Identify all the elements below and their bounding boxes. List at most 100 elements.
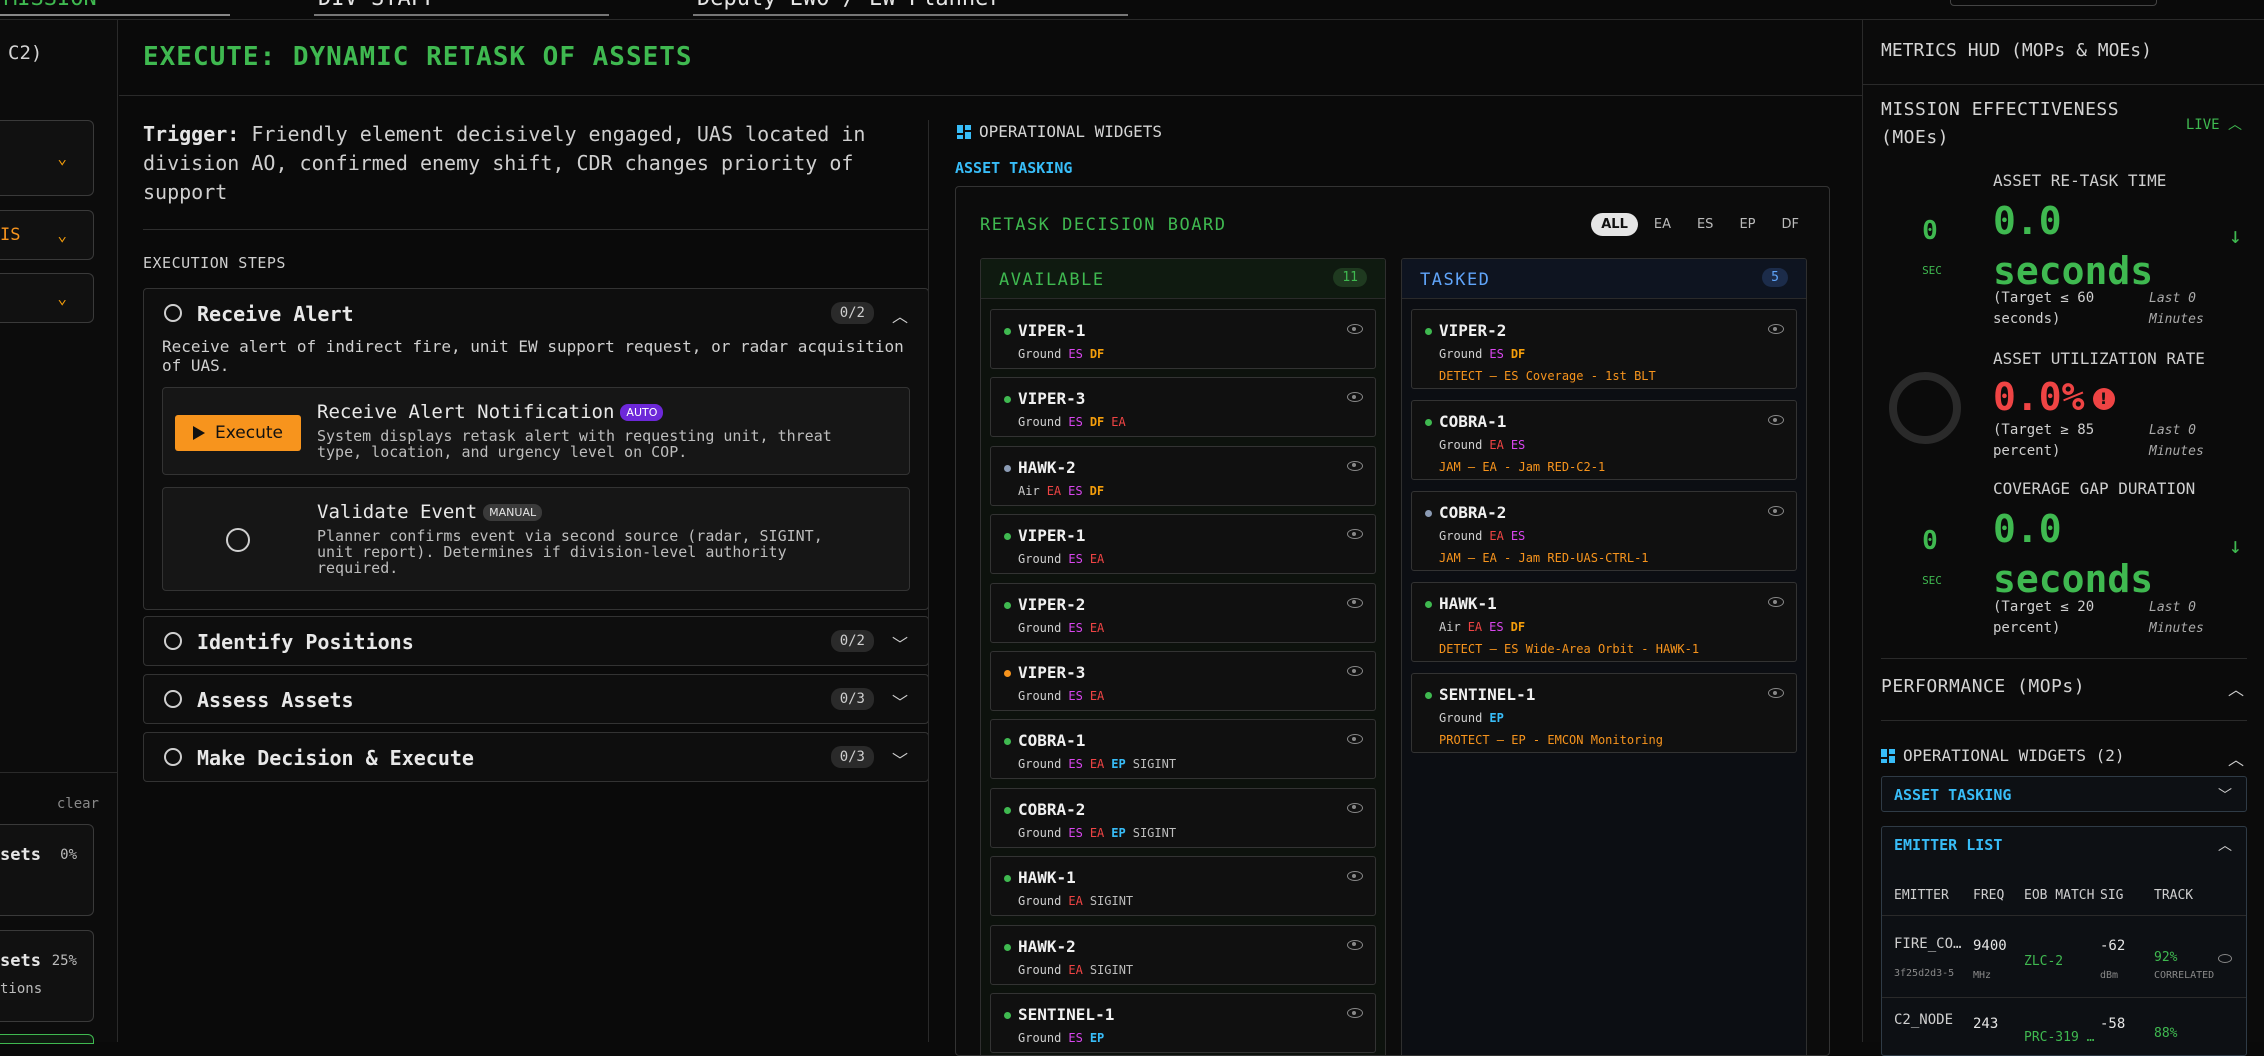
tasked-asset-card[interactable]: COBRA-2 Ground EA ES JAM — EA - Jam RED-UAS-…	[1411, 491, 1797, 571]
step-assess-assets[interactable]: Assess Assets 0/3 ﹀	[143, 674, 929, 724]
available-title: AVAILABLE	[999, 270, 1105, 290]
filter-ep[interactable]: EP	[1729, 213, 1765, 236]
eye-icon[interactable]	[1347, 460, 1363, 471]
trigger-description: Friendly element decisively engaged, UAS…	[143, 122, 866, 204]
table-row[interactable]: C2_NODE 243 PRC-319 … -58 88%	[1882, 997, 2246, 1055]
tasked-asset-card[interactable]: VIPER-2 Ground ES DF DETECT — ES Coverage - …	[1411, 309, 1797, 389]
freq-col-header: FREQ	[1973, 888, 2005, 903]
eye-icon[interactable]	[1347, 939, 1363, 950]
chevron-up-icon: ︿	[891, 307, 908, 326]
eye-icon[interactable]	[1768, 597, 1784, 607]
available-asset-card[interactable]: SENTINEL-1 Ground ES EP	[990, 993, 1376, 1053]
sidebar-card-3[interactable]	[0, 1034, 94, 1044]
hud-divider	[1881, 720, 2247, 721]
capability-tag: DF	[1089, 347, 1105, 361]
operational-widgets-title: OPERATIONAL WIDGETS	[979, 122, 1163, 141]
metric-2-value: 0.0%!	[1993, 372, 2115, 422]
task-checkbox-circle-icon[interactable]	[226, 528, 250, 552]
clear-link[interactable]: clear	[57, 796, 99, 812]
capability-tag: DF	[1089, 483, 1105, 498]
step-make-decision[interactable]: Make Decision & Execute 0/3 ﹀	[143, 732, 929, 782]
capability-tag: ES	[1068, 620, 1083, 635]
status-dot-icon	[1004, 533, 1011, 541]
eye-icon[interactable]	[1347, 871, 1363, 882]
available-asset-card[interactable]: COBRA-2 Ground ES EA EP SIGINT	[990, 787, 1376, 848]
eye-icon[interactable]	[1347, 324, 1363, 334]
top-search-input[interactable]	[1950, 0, 2157, 6]
capability-tag: ES	[1489, 620, 1504, 634]
execute-button[interactable]: Execute	[175, 415, 301, 451]
asset-tasking-label: ASSET TASKING	[955, 159, 1073, 177]
asset-name: COBRA-2	[1018, 799, 1086, 819]
asset-domain: Air	[1439, 620, 1461, 634]
asset-tasking-accordion[interactable]: ASSET TASKING ﹀	[1881, 776, 2247, 812]
available-asset-card[interactable]: VIPER-1 Ground ES EA	[990, 514, 1376, 575]
table-row[interactable]: FIRE_CO… 3f25d2d3-5 9400 MHz ZLC-2 -62 d…	[1882, 915, 2246, 997]
mission-field[interactable]: MISSION	[0, 0, 230, 16]
available-asset-card[interactable]: VIPER-3 Ground ES EA	[990, 651, 1376, 711]
filter-es[interactable]: ES	[1687, 213, 1723, 236]
step-identify-positions[interactable]: Identify Positions 0/2 ﹀	[143, 616, 929, 666]
sidebar-select-1[interactable]: ⌄	[0, 120, 94, 196]
available-asset-card[interactable]: HAWK-2 Air EA ES DF	[990, 445, 1376, 506]
available-asset-card[interactable]: HAWK-1 Ground EA SIGINT	[990, 856, 1376, 917]
sidebar-select-3[interactable]: ⌄	[0, 273, 94, 323]
eye-icon[interactable]	[1347, 1008, 1363, 1018]
emitter-name: C2_NODE	[1894, 1012, 1954, 1028]
staff-field[interactable]: DIV STAFF	[314, 0, 609, 16]
performance-title[interactable]: PERFORMANCE (MOPs)	[1881, 676, 2085, 697]
live-toggle[interactable]: LIVE ︿	[2186, 114, 2242, 134]
step-receive-alert: Receive Alert 0/2 ︿ Receive alert of ind…	[143, 288, 929, 610]
eob-col-header: EOB MATCH	[2024, 888, 2095, 903]
asset-domain: Ground	[1018, 962, 1062, 977]
sidebar-card-2-pct: 25%	[51, 953, 77, 969]
status-dot-icon	[1004, 1012, 1011, 1019]
status-dot-icon	[1004, 601, 1011, 609]
eye-icon[interactable]	[1768, 506, 1784, 516]
available-asset-card[interactable]: HAWK-2 Ground EA SIGINT	[990, 924, 1376, 985]
eye-icon[interactable]	[1347, 734, 1363, 745]
eye-icon[interactable]	[2218, 954, 2232, 963]
alert-icon: !	[2092, 388, 2115, 410]
tasked-asset-card[interactable]: SENTINEL-1 Ground EP PROTECT — EP - EMCON M…	[1411, 673, 1797, 753]
status-dot-icon	[1004, 806, 1011, 814]
step-header[interactable]: Receive Alert 0/2 ︿	[144, 289, 928, 337]
capability-tag: DF	[1510, 347, 1526, 361]
chevron-up-icon[interactable]: ︿	[2228, 676, 2244, 700]
step-count-badge: 0/2	[830, 630, 874, 652]
eye-icon[interactable]	[1347, 802, 1363, 813]
filter-df[interactable]: DF	[1772, 213, 1810, 236]
filter-all[interactable]: ALL	[1591, 213, 1638, 236]
filter-ea[interactable]: EA	[1644, 213, 1681, 236]
eye-icon[interactable]	[1347, 529, 1363, 540]
available-asset-card[interactable]: COBRA-1 Ground ES EA EP SIGINT	[990, 719, 1376, 780]
eye-icon[interactable]	[1347, 666, 1363, 676]
role-field[interactable]: Deputy EWO / EW Planner	[693, 0, 1128, 16]
step-count-badge: 0/3	[830, 746, 874, 768]
available-asset-card[interactable]: VIPER-2 Ground ES EA	[990, 582, 1376, 643]
chevron-up-icon[interactable]: ︿	[2228, 746, 2244, 770]
asset-tags: Ground EA ES	[1439, 529, 1525, 543]
sidebar-card-1[interactable]: sets 0%	[0, 824, 94, 916]
accordion-title[interactable]: EMITTER LIST	[1894, 836, 2002, 854]
eye-icon[interactable]	[1768, 415, 1784, 425]
asset-mission: JAM — EA - Jam RED-UAS-CTRL-1	[1439, 551, 1649, 565]
metric-2-window: Last 0 Minutes	[2149, 423, 2204, 459]
tasked-asset-card[interactable]: HAWK-1 Air EA ES DF DETECT — ES Wide-Area Orb…	[1411, 582, 1797, 662]
available-asset-card[interactable]: VIPER-3 Ground ES DF EA	[990, 377, 1376, 438]
hud-widgets-label[interactable]: OPERATIONAL WIDGETS (2)	[1881, 746, 2125, 765]
eye-icon[interactable]	[1347, 597, 1363, 608]
emitter-track: 88%	[2154, 1026, 2178, 1041]
accordion-title: ASSET TASKING	[1894, 786, 2012, 804]
sidebar-select-2-label: IS	[0, 225, 21, 245]
sidebar-card-2[interactable]: sets 25% tions	[0, 930, 94, 1022]
metric-1-value: 0.0 seconds	[1993, 199, 2154, 293]
eye-icon[interactable]	[1768, 688, 1784, 698]
sidebar-select-2[interactable]: IS ⌄	[0, 210, 94, 260]
eye-icon[interactable]	[1768, 324, 1784, 334]
chevron-up-icon[interactable]: ︿	[2218, 835, 2232, 855]
asset-name: VIPER-1	[1018, 526, 1086, 546]
tasked-asset-card[interactable]: COBRA-1 Ground EA ES JAM — EA - Jam RED-C2-1	[1411, 400, 1797, 480]
available-asset-card[interactable]: VIPER-1 Ground ES DF	[990, 309, 1376, 369]
eye-icon[interactable]	[1347, 392, 1363, 403]
